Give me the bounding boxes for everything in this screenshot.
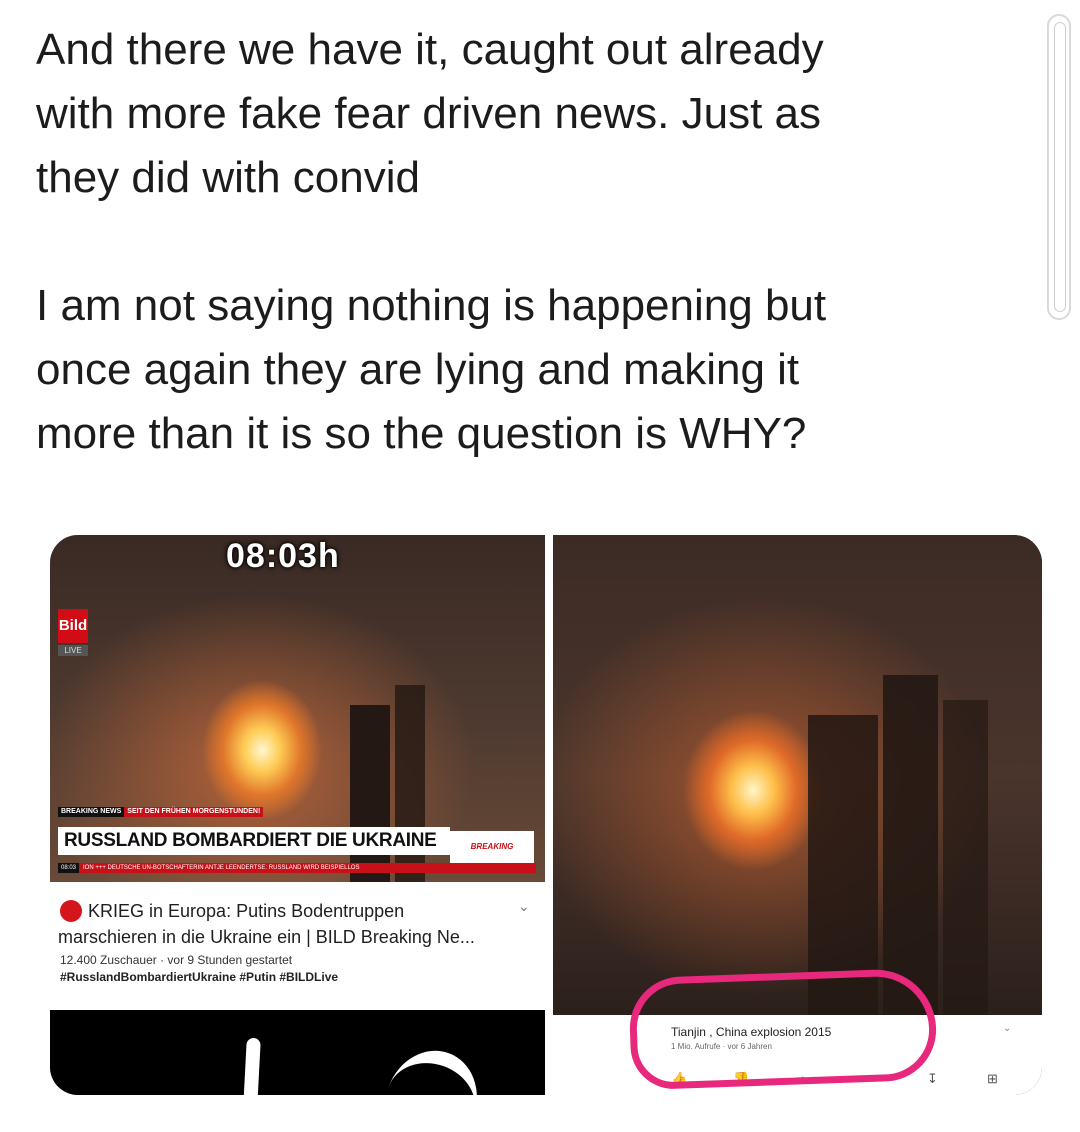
- chevron-down-icon[interactable]: ⌄: [1003, 1023, 1011, 1034]
- news-headline: RUSSLAND BOMBARDIERT DIE UKRAINE: [58, 827, 450, 855]
- cropped-frame: [50, 1010, 545, 1095]
- post-paragraph-2: I am not saying nothing is happening but…: [36, 281, 827, 458]
- breaking-news-tag: BREAKING NEWS: [58, 807, 125, 817]
- white-stroke: [243, 1037, 261, 1095]
- scrollbar-thumb[interactable]: [1054, 22, 1066, 312]
- since-tag: SEIT DEN FRÜHEN MORGENSTUNDEN!: [124, 807, 264, 817]
- download-icon[interactable]: ↧: [927, 1071, 938, 1087]
- ticker-text: ION +++ DEUTSCHE UN-BOTSCHAFTERIN ANTJE …: [83, 865, 360, 871]
- video-hashtags[interactable]: #RusslandBombardiertUkraine #Putin #BILD…: [60, 969, 338, 986]
- breaking-tag-row: BREAKING NEWS SEIT DEN FRÜHEN MORGENSTUND…: [58, 807, 264, 817]
- video-title-line-1: KRIEG in Europa: Putins Bodentruppen: [88, 901, 405, 921]
- video-title-line-2: marschieren in die Ukraine ein | BILD Br…: [58, 927, 475, 947]
- bild-logo: Bild: [58, 609, 88, 643]
- image-collage[interactable]: 08:03h Bild LIVE BREAKING NEWS SEIT DEN F…: [50, 535, 1042, 1095]
- news-ticker: 08:03 ION +++ DEUTSCHE UN-BOTSCHAFTERIN A…: [58, 863, 536, 873]
- breaking-logo: BREAKING: [450, 831, 534, 863]
- tianjin-screenshot: Tianjin , China explosion 2015 1 Mio. Au…: [553, 535, 1042, 1095]
- building-silhouette: [943, 700, 988, 1015]
- scrollbar[interactable]: [1047, 14, 1071, 320]
- tianjin-video-frame: [553, 535, 1042, 1015]
- video-meta: 12.400 Zuschauer · vor 9 Stunden gestart…: [60, 953, 293, 967]
- building-silhouette: [883, 675, 938, 1015]
- save-icon[interactable]: ⊞: [987, 1071, 998, 1087]
- bild-screenshot: 08:03h Bild LIVE BREAKING NEWS SEIT DEN F…: [50, 535, 545, 1095]
- live-badge: LIVE: [58, 645, 88, 656]
- chevron-down-icon[interactable]: ⌄: [518, 898, 530, 915]
- post-paragraph-1: And there we have it, caught out already…: [36, 25, 824, 202]
- video-title[interactable]: KRIEG in Europa: Putins Bodentruppen mar…: [58, 898, 508, 950]
- white-curve: [370, 1037, 492, 1095]
- live-dot-icon: [60, 900, 82, 922]
- bild-video-info: KRIEG in Europa: Putins Bodentruppen mar…: [50, 882, 545, 1010]
- ticker-time: 08:03: [58, 863, 80, 873]
- building-silhouette: [350, 705, 390, 882]
- highlight-annotation: [628, 967, 938, 1091]
- bild-video-frame: 08:03h Bild LIVE BREAKING NEWS SEIT DEN F…: [50, 535, 545, 882]
- post-text: And there we have it, caught out already…: [36, 18, 1026, 466]
- collage-divider: [545, 535, 553, 1095]
- video-timestamp: 08:03h: [226, 537, 340, 575]
